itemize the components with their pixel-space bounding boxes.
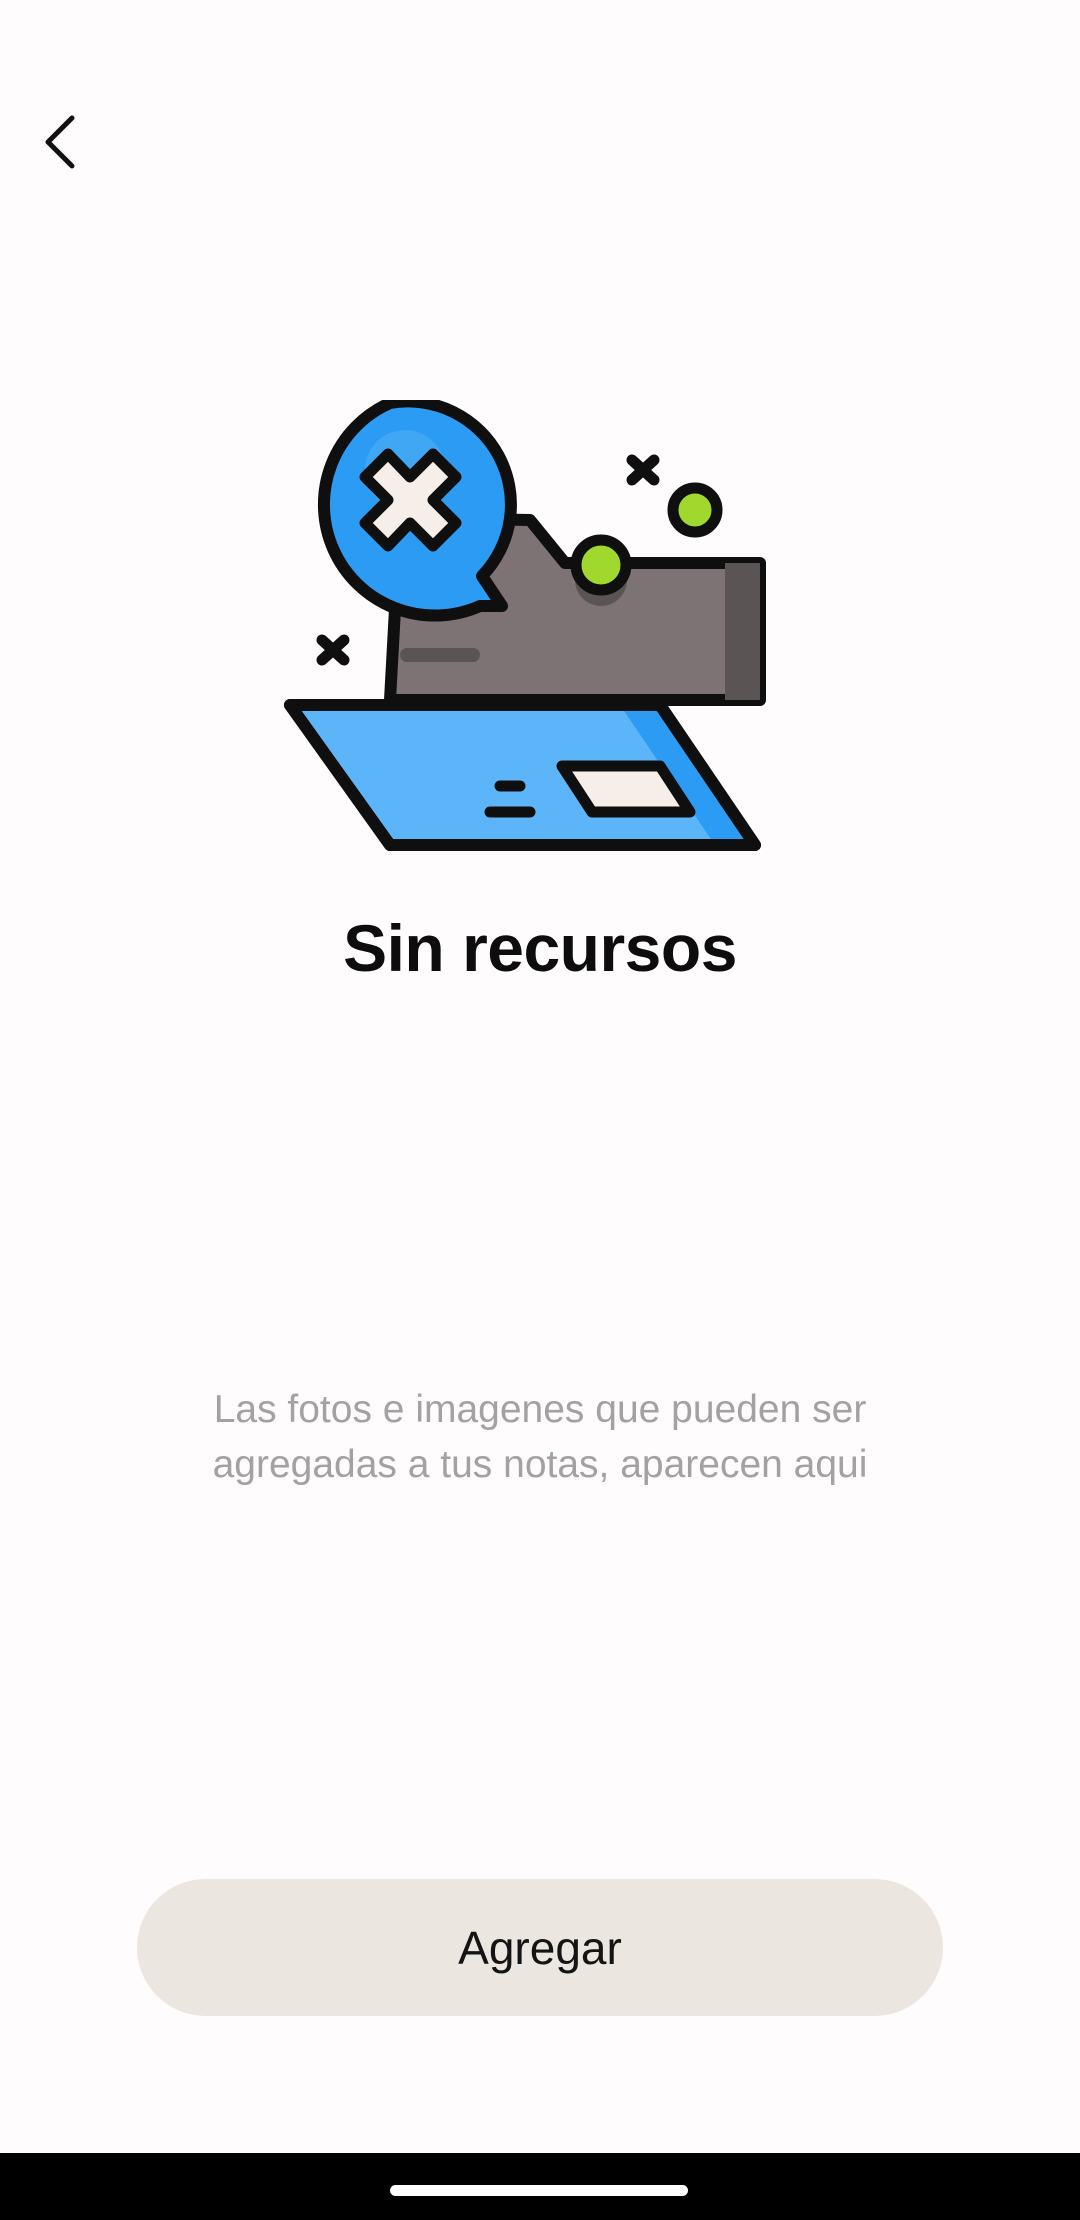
chevron-left-icon (45, 115, 75, 169)
empty-folder-illustration-icon (284, 400, 766, 851)
add-button[interactable]: Agregar (137, 1879, 943, 2016)
add-button-label: Agregar (458, 1921, 622, 1974)
system-navigation-bar (0, 2153, 1080, 2220)
home-indicator[interactable] (390, 2185, 688, 2196)
empty-state-description: Las fotos e imagenes que pueden ser agre… (212, 1388, 868, 1486)
status-bar (0, 0, 1080, 60)
back-button[interactable] (28, 100, 92, 184)
empty-state-title: Sin recursos (343, 911, 737, 985)
